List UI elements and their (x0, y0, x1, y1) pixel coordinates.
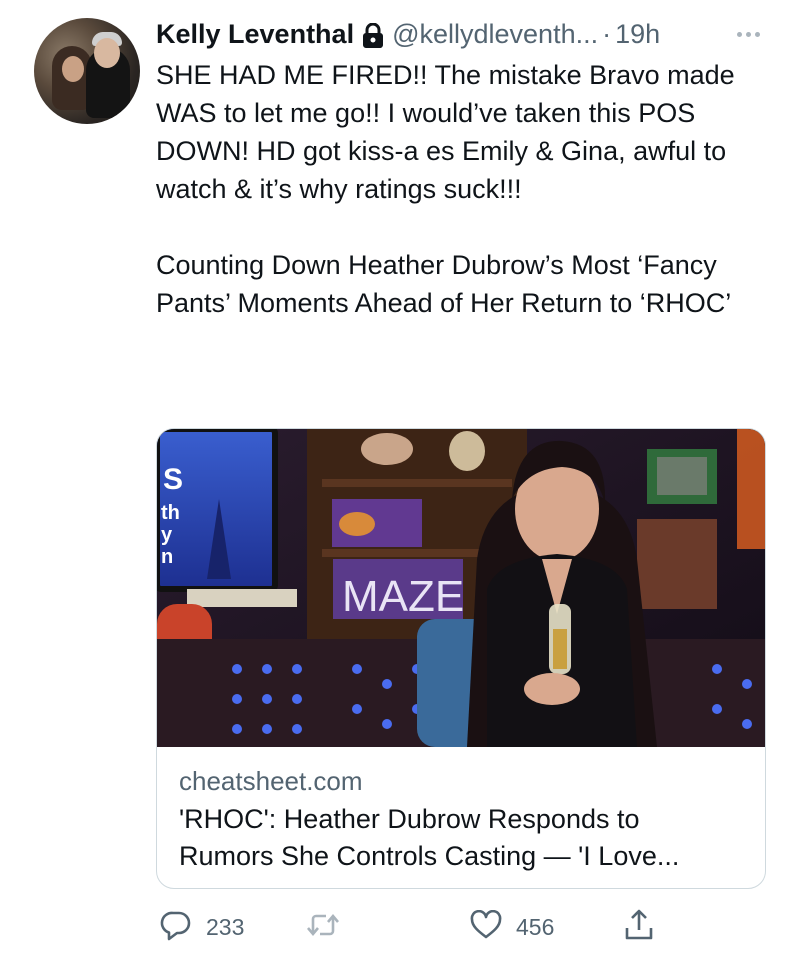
more-options-icon[interactable] (728, 22, 768, 46)
card-domain: cheatsheet.com (179, 766, 363, 796)
svg-text:S: S (163, 463, 183, 496)
reply-count: 233 (206, 913, 245, 940)
card-title: 'RHOC': Heather Dubrow Responds to Rumor… (179, 801, 749, 875)
user-handle[interactable]: @kellydleventh... (392, 19, 598, 50)
tweet-paragraph: SHE HAD ME FIRED!! The mistake Bravo mad… (156, 60, 735, 204)
card-meta: cheatsheet.com 'RHOC': Heather Dubrow Re… (179, 763, 749, 875)
card-image-sign: MAZE (342, 572, 464, 621)
display-name[interactable]: Kelly Leventhal (156, 19, 354, 50)
like-button[interactable]: 456 (470, 905, 554, 949)
link-card[interactable]: S th y n MAZE cheatsheet.com 'RHOC': Hea… (156, 428, 766, 889)
svg-text:th: th (161, 502, 180, 524)
tweet-header: Kelly Leventhal @kellydleventh... · 19h (156, 14, 776, 54)
tweet-paragraph: Counting Down Heather Dubrow’s Most ‘Fan… (156, 250, 732, 318)
avatar-face-2 (94, 38, 120, 68)
card-title-line-1: 'RHOC': Heather Dubrow Responds to (179, 804, 640, 834)
retweet-icon (306, 909, 340, 946)
tweet-actions: 233 456 (156, 905, 776, 949)
share-button[interactable] (624, 905, 654, 949)
separator-dot: · (602, 18, 612, 49)
avatar[interactable] (34, 18, 140, 124)
tweet-timestamp[interactable]: 19h (615, 19, 660, 50)
svg-text:y: y (161, 524, 173, 546)
like-count: 456 (516, 913, 555, 940)
share-icon (624, 908, 654, 947)
retweet-button[interactable] (306, 905, 354, 949)
card-image[interactable]: S th y n MAZE (157, 429, 765, 747)
reply-icon (160, 909, 192, 946)
tweet-text: SHE HAD ME FIRED!! The mistake Bravo mad… (156, 56, 766, 322)
avatar-face-1 (62, 56, 84, 82)
heart-icon (470, 909, 502, 945)
svg-text:n: n (161, 546, 173, 568)
lock-icon (362, 22, 384, 49)
reply-button[interactable]: 233 (160, 905, 244, 949)
card-title-line-2: Rumors She Controls Casting — 'I Love... (179, 841, 680, 871)
